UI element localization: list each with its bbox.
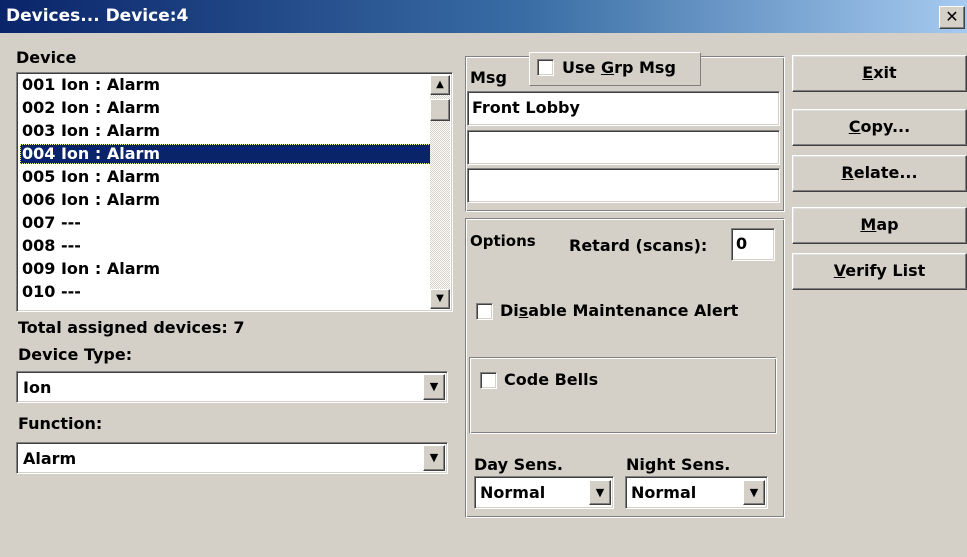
device-type-dropdown-button[interactable]: ▼ — [423, 374, 445, 400]
night-sens-value: Normal — [631, 483, 697, 502]
disable-maintenance-alert-label: Disable Maintenance Alert — [500, 301, 738, 320]
use-grp-msg-label: Use Grp Msg — [562, 58, 676, 77]
disable-maintenance-alert-checkbox[interactable] — [476, 303, 493, 320]
device-type-label: Device Type: — [18, 345, 133, 364]
night-sens-dropdown-button[interactable]: ▼ — [743, 480, 765, 505]
use-grp-msg-checkbox[interactable] — [537, 59, 554, 76]
verify-list-button[interactable]: Verify List — [792, 253, 967, 290]
retard-scans-label: Retard (scans): — [569, 236, 708, 255]
dropdown-arrow-icon: ▼ — [429, 380, 439, 393]
code-bells-label: Code Bells — [504, 370, 599, 389]
down-arrow-icon: ▼ — [436, 293, 444, 304]
devices-dialog: Devices... Device:4 ✕ Device 001 Ion : A… — [0, 0, 967, 557]
scroll-up-button[interactable]: ▲ — [430, 75, 450, 95]
total-assigned-label: Total assigned devices: 7 — [18, 318, 245, 337]
device-list-item[interactable]: 009 Ion : Alarm — [20, 259, 160, 279]
relate-button-accel: R — [841, 163, 854, 182]
msg-line-1-input[interactable]: Front Lobby — [467, 91, 780, 126]
msg-line-1-value: Front Lobby — [472, 98, 580, 117]
exit-button-label: xit — [873, 63, 897, 82]
exit-button-accel: E — [862, 63, 874, 82]
map-button-accel: M — [860, 215, 877, 234]
code-bells-checkbox[interactable] — [480, 372, 497, 389]
retard-scans-value: 0 — [736, 234, 748, 253]
dropdown-arrow-icon: ▼ — [595, 486, 605, 499]
day-sens-dropdown-button[interactable]: ▼ — [589, 480, 611, 505]
device-list-item[interactable]: 007 --- — [20, 213, 81, 233]
day-sens-label: Day Sens. — [474, 455, 563, 474]
title-bar: Devices... Device:4 ✕ — [0, 0, 967, 33]
verify-list-button-label: erify List — [845, 261, 926, 280]
relate-button-label: elate... — [853, 163, 918, 182]
copy-button-label: opy... — [860, 117, 911, 136]
day-sens-value: Normal — [480, 483, 546, 502]
map-button-label: ap — [876, 215, 899, 234]
copy-button[interactable]: Copy... — [792, 109, 967, 146]
use-grp-msg-accel: G — [600, 58, 615, 77]
night-sens-label: Night Sens. — [626, 455, 731, 474]
dropdown-arrow-icon: ▼ — [749, 486, 759, 499]
function-select[interactable]: Alarm ▼ — [16, 442, 448, 474]
map-button[interactable]: Map — [792, 207, 967, 244]
use-grp-msg-label-post: rp Msg — [614, 58, 676, 77]
scroll-down-button[interactable]: ▼ — [430, 289, 450, 309]
device-list-item[interactable]: 001 Ion : Alarm — [20, 75, 160, 95]
function-label: Function: — [18, 414, 103, 433]
copy-button-accel: C — [848, 117, 861, 136]
total-assigned-text: Total assigned devices: — [18, 318, 228, 337]
code-bells-group — [469, 357, 777, 434]
msg-line-2-input[interactable] — [467, 130, 780, 165]
device-type-value: Ion — [23, 378, 52, 397]
day-sens-select[interactable]: Normal ▼ — [474, 476, 614, 509]
disable-maintenance-pre: Di — [500, 301, 519, 320]
device-list-item[interactable]: 008 --- — [20, 236, 81, 256]
options-label: Options — [470, 232, 536, 250]
up-arrow-icon: ▲ — [436, 79, 444, 90]
use-grp-msg-label-pre: Use — [562, 58, 601, 77]
retard-scans-input[interactable]: 0 — [731, 228, 775, 261]
device-list-item[interactable]: 004 Ion : Alarm — [20, 144, 431, 164]
device-list-item[interactable]: 010 --- — [20, 282, 81, 302]
exit-button[interactable]: Exit — [792, 55, 967, 92]
msg-label: Msg — [470, 68, 507, 87]
device-list-item[interactable]: 005 Ion : Alarm — [20, 167, 160, 187]
device-type-select[interactable]: Ion ▼ — [16, 371, 448, 403]
scroll-thumb[interactable] — [430, 99, 450, 121]
device-list-item[interactable]: 003 Ion : Alarm — [20, 121, 160, 141]
night-sens-select[interactable]: Normal ▼ — [625, 476, 768, 509]
function-dropdown-button[interactable]: ▼ — [423, 445, 445, 471]
total-assigned-count: 7 — [233, 318, 245, 337]
close-icon: ✕ — [945, 7, 959, 26]
device-list-item[interactable]: 002 Ion : Alarm — [20, 98, 160, 118]
close-button[interactable]: ✕ — [939, 6, 965, 29]
verify-list-button-accel: V — [833, 261, 846, 280]
disable-maintenance-accel: s — [518, 301, 529, 320]
device-list-item[interactable]: 006 Ion : Alarm — [20, 190, 160, 210]
msg-line-3-input[interactable] — [467, 168, 780, 203]
relate-button[interactable]: Relate... — [792, 155, 967, 192]
device-listbox[interactable]: 001 Ion : Alarm 002 Ion : Alarm 003 Ion : … — [16, 72, 453, 312]
disable-maintenance-post: able Maintenance Alert — [528, 301, 739, 320]
window-title: Devices... Device:4 — [6, 6, 189, 26]
dropdown-arrow-icon: ▼ — [429, 451, 439, 464]
device-label: Device — [16, 48, 77, 67]
function-value: Alarm — [23, 449, 77, 468]
device-list-scrollbar[interactable]: ▲ ▼ — [430, 75, 450, 309]
